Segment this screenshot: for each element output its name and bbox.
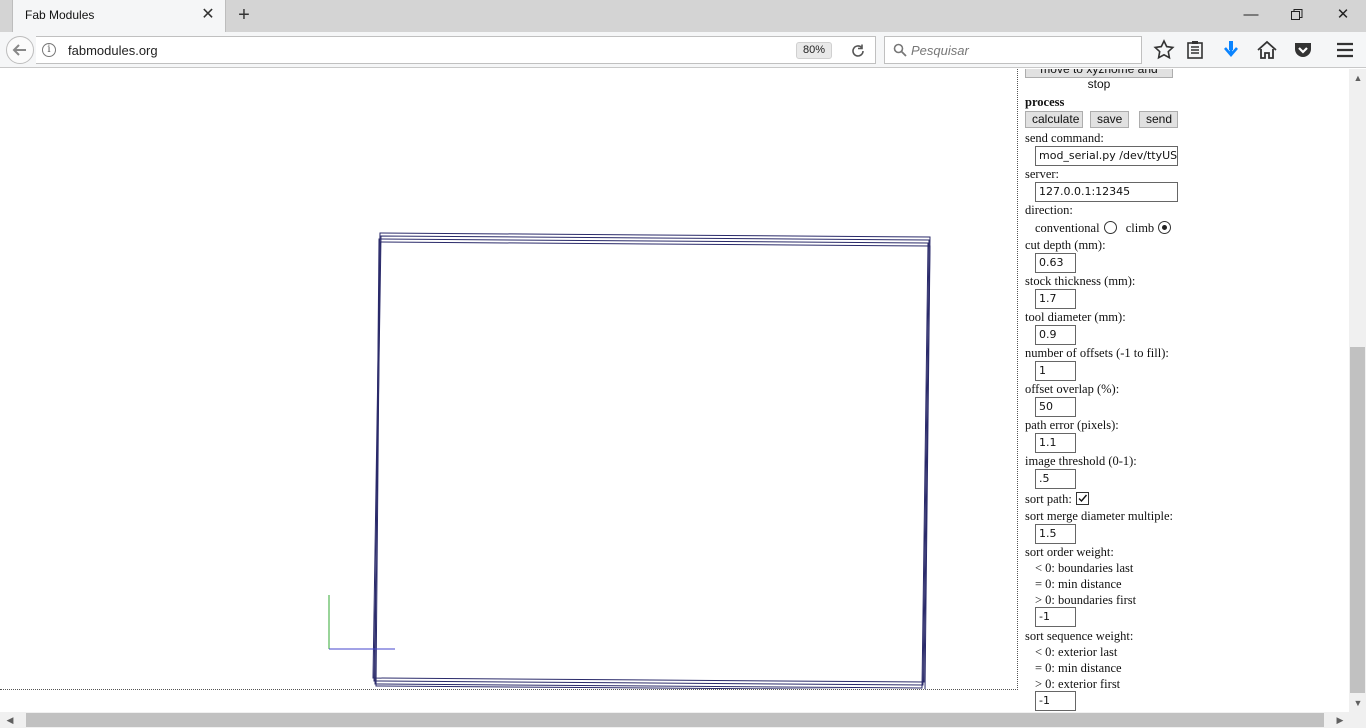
move-to-xyzhome-button[interactable]: move to xyzhome and stop [1025, 69, 1173, 91]
new-tab-icon[interactable]: + [233, 4, 255, 26]
path-error-input[interactable]: 1.1 [1035, 433, 1076, 453]
download-icon[interactable] [1219, 38, 1243, 62]
sort-merge-input[interactable]: 1.5 [1035, 524, 1076, 544]
cut-depth-label: cut depth (mm): [1025, 238, 1106, 252]
tool-diameter-label: tool diameter (mm): [1025, 310, 1126, 324]
sort-path-row: sort path: [1025, 492, 1089, 507]
offset-overlap-label: offset overlap (%): [1025, 382, 1120, 396]
sort-path-label: sort path: [1025, 492, 1072, 506]
direction-options: conventional climb [1035, 221, 1172, 236]
scroll-up-arrow-icon[interactable]: ▲ [1350, 70, 1366, 86]
vertical-scroll-thumb[interactable] [1350, 347, 1365, 693]
image-threshold-label: image threshold (0-1): [1025, 454, 1137, 468]
horizontal-scroll-thumb[interactable] [26, 713, 1324, 727]
sort-order-line: > 0: boundaries first [1035, 593, 1137, 607]
info-icon[interactable]: i [42, 43, 56, 57]
tool-diameter-input[interactable]: 0.9 [1035, 325, 1076, 345]
reading-list-icon[interactable] [1183, 38, 1207, 62]
url-bar[interactable]: i fabmodules.org 80% [36, 36, 876, 64]
sort-sequence-line: < 0: exterior last [1035, 645, 1118, 659]
reload-icon[interactable] [848, 41, 868, 61]
zoom-level-badge[interactable]: 80% [796, 42, 833, 59]
path-error-label: path error (pixels): [1025, 418, 1119, 432]
toolpath-drawing [328, 232, 931, 689]
pocket-icon[interactable] [1291, 38, 1315, 62]
restore-icon[interactable] [1285, 4, 1309, 26]
offset-overlap-input[interactable]: 50 [1035, 397, 1076, 417]
sort-path-checkbox[interactable] [1075, 492, 1089, 505]
close-tab-icon[interactable]: ✕ [199, 6, 217, 24]
stock-thickness-label: stock thickness (mm): [1025, 274, 1136, 288]
scroll-left-arrow-icon[interactable]: ◀ [2, 712, 18, 728]
conventional-radio[interactable] [1103, 221, 1117, 234]
process-panel: move to xyzhome and stop process calcula… [1025, 69, 1345, 712]
minimize-icon[interactable]: — [1239, 4, 1263, 26]
sort-sequence-input[interactable]: -1 [1035, 691, 1076, 711]
stock-thickness-input[interactable]: 1.7 [1035, 289, 1076, 309]
calculate-button[interactable]: calculate [1025, 111, 1083, 128]
scroll-right-arrow-icon[interactable]: ▶ [1332, 712, 1348, 728]
tab-fab-modules[interactable]: Fab Modules ✕ [12, 0, 226, 32]
close-window-icon[interactable]: ✕ [1331, 4, 1355, 26]
toolpath-outline [372, 232, 931, 689]
sort-order-label: sort order weight: [1025, 545, 1114, 559]
image-threshold-input[interactable]: .5 [1035, 469, 1076, 489]
back-arrow-icon[interactable] [6, 36, 34, 64]
number-of-offsets-label: number of offsets (-1 to fill): [1025, 346, 1169, 360]
tab-title: Fab Modules [25, 8, 95, 22]
send-button[interactable]: send [1139, 111, 1178, 128]
sort-sequence-label: sort sequence weight: [1025, 629, 1134, 643]
climb-label: climb [1125, 221, 1155, 235]
process-heading: process [1025, 95, 1065, 109]
conventional-label: conventional [1035, 221, 1100, 235]
save-button[interactable]: save [1090, 111, 1129, 128]
menu-hamburger-icon[interactable] [1333, 38, 1357, 62]
sort-sequence-line: > 0: exterior first [1035, 677, 1121, 691]
tab-strip: Fab Modules ✕ + — ✕ [0, 0, 1366, 32]
send-command-label: send command: [1025, 131, 1104, 145]
scroll-down-arrow-icon[interactable]: ▼ [1350, 695, 1366, 711]
server-input[interactable]: 127.0.0.1:12345 [1035, 182, 1178, 202]
server-label: server: [1025, 167, 1060, 181]
search-input[interactable] [911, 40, 1131, 60]
sort-merge-label: sort merge diameter multiple: [1025, 509, 1173, 523]
bookmark-star-icon[interactable] [1152, 38, 1176, 62]
sort-order-input[interactable]: -1 [1035, 607, 1076, 627]
cut-depth-input[interactable]: 0.63 [1035, 253, 1076, 273]
home-icon[interactable] [1255, 38, 1279, 62]
number-of-offsets-input[interactable]: 1 [1035, 361, 1076, 381]
send-command-input[interactable]: mod_serial.py /dev/ttyUSB0 [1035, 146, 1178, 166]
sort-order-line: = 0: min distance [1035, 577, 1122, 591]
direction-label: direction: [1025, 203, 1073, 217]
url-text[interactable]: fabmodules.org [68, 43, 158, 58]
climb-radio[interactable] [1158, 221, 1172, 234]
search-bar[interactable] [884, 36, 1142, 64]
toolpath-canvas[interactable] [0, 69, 1018, 690]
search-icon [893, 43, 907, 57]
sort-order-line: < 0: boundaries last [1035, 561, 1134, 575]
sort-sequence-line: = 0: min distance [1035, 661, 1122, 675]
